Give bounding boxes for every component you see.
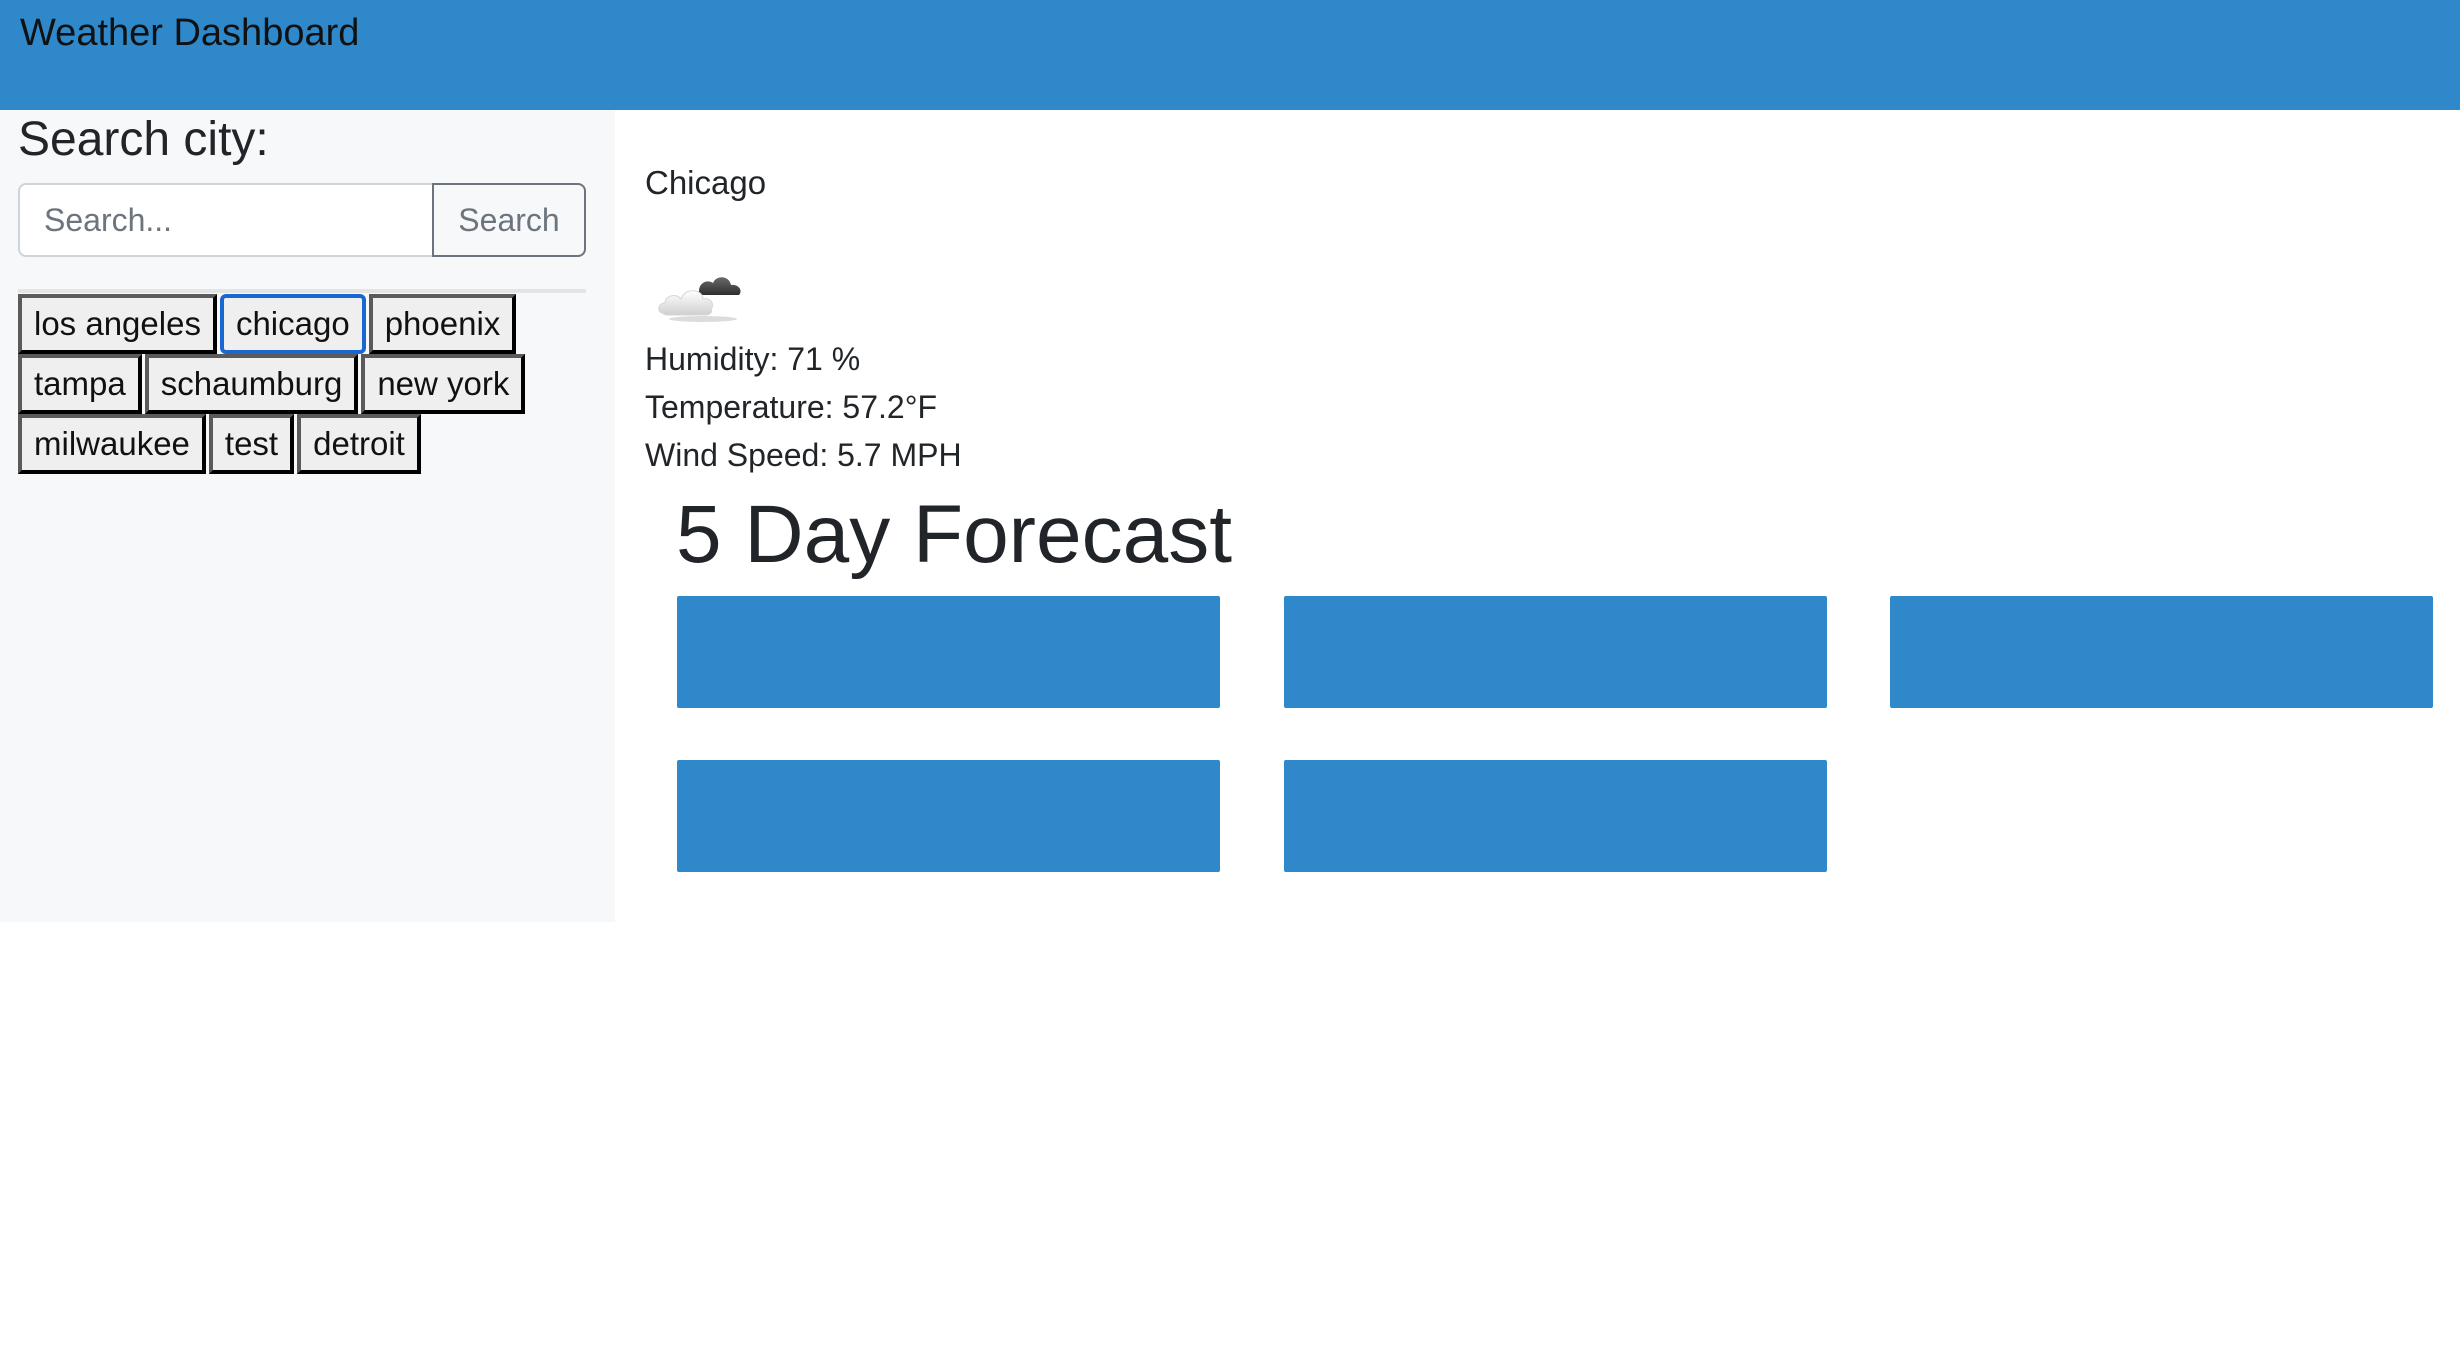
search-button[interactable]: Search [432,183,586,257]
history-city-button[interactable]: new york [361,354,526,414]
divider [18,289,586,293]
history-city-button[interactable]: chicago [219,294,366,354]
history-city-button[interactable]: test [208,414,295,474]
search-heading: Search city: [18,113,269,166]
history-city-button[interactable]: milwaukee [18,414,206,474]
wind-speed-text: Wind Speed: 5.7 MPH [645,437,962,473]
top-navbar: Weather Dashboard [0,0,2460,110]
history-city-button[interactable]: tampa [18,354,142,414]
app-title: Weather Dashboard [20,12,360,54]
forecast-title: 5 Day Forecast [676,489,1232,580]
history-city-button[interactable]: phoenix [368,294,517,354]
sidebar: Search city: Search los angeles chicago … [0,110,615,922]
forecast-card [1284,596,1827,708]
humidity-text: Humidity: 71 % [645,341,861,377]
temperature-text: Temperature: 57.2°F [645,389,938,425]
history-city-button[interactable]: los angeles [18,294,217,354]
city-name: Chicago [645,164,767,201]
search-input[interactable] [18,183,432,257]
current-weather: Chicago Humidity: 71 % Temperature: 57.2… [645,155,962,473]
history-city-button[interactable]: detroit [297,414,421,474]
forecast-card [1890,596,2433,708]
cloud-icon [658,277,741,322]
forecast-card [1284,760,1827,872]
forecast-card [677,596,1220,708]
history-city-button[interactable]: schaumburg [144,354,359,414]
forecast-card [677,760,1220,872]
search-history-list: los angeles chicago phoenix tampa schaum… [18,294,578,474]
